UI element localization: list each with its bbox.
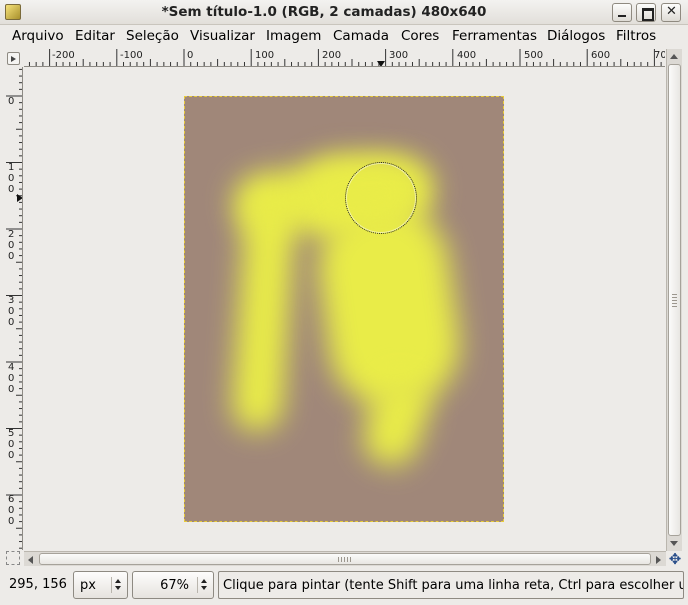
hruler-label: 400: [457, 50, 477, 61]
close-button[interactable]: [661, 3, 681, 22]
vruler-digit: 6: [8, 494, 15, 505]
vertical-scrollbar[interactable]: [666, 49, 682, 551]
vruler-digit: 0: [8, 173, 15, 184]
vruler-digit: 0: [8, 450, 15, 461]
vruler-digit: 5: [8, 428, 15, 439]
hruler-label: 70: [654, 50, 665, 61]
menu-bar: Arquivo Editar Seleção Visualizar Imagem…: [0, 25, 688, 47]
menu-arquivo[interactable]: Arquivo: [12, 28, 64, 44]
unit-select[interactable]: px: [73, 571, 128, 599]
hruler-label: 100: [255, 50, 275, 61]
zoom-value: 67%: [160, 578, 189, 593]
vruler-digit: 0: [8, 251, 15, 262]
image-menu-button[interactable]: [7, 52, 20, 65]
combo-arrows-icon: [197, 577, 209, 593]
minimize-button[interactable]: [612, 3, 632, 22]
unit-value: px: [80, 578, 96, 593]
combo-arrows-icon: [111, 577, 123, 593]
hruler-label: -100: [120, 50, 143, 61]
hruler-label: 600: [591, 50, 611, 61]
scroll-left-arrow-icon[interactable]: [25, 553, 38, 566]
vruler-digit: 0: [8, 505, 15, 516]
brush-outline-cursor: [345, 162, 417, 234]
vruler-digit: 0: [8, 184, 15, 195]
navigate-move-icon[interactable]: ✥: [667, 551, 683, 567]
image-canvas[interactable]: [184, 96, 504, 522]
vruler-digit: 0: [8, 373, 15, 384]
zoom-select[interactable]: 67%: [132, 571, 214, 599]
menu-camada[interactable]: Camada: [333, 28, 389, 44]
menu-imagem[interactable]: Imagem: [266, 28, 321, 44]
quick-mask-toggle[interactable]: [6, 551, 20, 565]
hruler-label: 300: [389, 50, 409, 61]
scroll-up-arrow-icon[interactable]: [668, 50, 681, 63]
maximize-button[interactable]: [636, 3, 656, 22]
horizontal-scrollbar[interactable]: [24, 551, 666, 566]
menu-dialogos[interactable]: Diálogos: [547, 28, 605, 44]
window-title: *Sem título-1.0 (RGB, 2 camadas) 480x640: [161, 4, 487, 20]
vruler-digit: 0: [8, 384, 15, 395]
vruler-digit: 0: [8, 516, 15, 527]
scroll-down-arrow-icon[interactable]: [668, 537, 681, 550]
menu-ferramentas[interactable]: Ferramentas: [452, 28, 537, 44]
menu-visualizar[interactable]: Visualizar: [190, 28, 255, 44]
hruler-label: 500: [524, 50, 544, 61]
horizontal-scroll-thumb[interactable]: [39, 553, 651, 565]
hruler-label: -200: [52, 50, 75, 61]
vertical-scroll-thumb[interactable]: [668, 64, 681, 536]
vruler-digit: 0: [8, 317, 15, 328]
hruler-label: 200: [322, 50, 342, 61]
vertical-ruler[interactable]: 0 100 200 300 400 500 600: [6, 67, 23, 550]
status-message: Clique para pintar (tente Shift para uma…: [223, 578, 684, 593]
pointer-coordinates: 295, 156: [9, 577, 67, 592]
vruler-digit: 0: [8, 439, 15, 450]
menu-filtros[interactable]: Filtros: [616, 28, 656, 44]
title-bar: *Sem título-1.0 (RGB, 2 camadas) 480x640: [0, 0, 688, 25]
horizontal-ruler[interactable]: -200 -100 0 100 200 300 400 500 600 70: [24, 49, 665, 67]
vruler-digit: 0: [8, 306, 15, 317]
vruler-digit: 4: [8, 362, 15, 373]
paint-stroke: [230, 189, 298, 433]
status-message-box: Clique para pintar (tente Shift para uma…: [218, 571, 684, 599]
vruler-digit: 2: [8, 229, 15, 240]
vruler-digit: 1: [8, 162, 15, 173]
menu-cores[interactable]: Cores: [401, 28, 439, 44]
vruler-digit: 0: [8, 240, 15, 251]
hruler-label: 0: [187, 50, 194, 61]
menu-selecao[interactable]: Seleção: [126, 28, 179, 44]
status-bar: 295, 156 px 67% Clique para pintar (tent…: [0, 568, 688, 605]
vruler-digit: 3: [8, 295, 15, 306]
vruler-digit: 0: [8, 96, 15, 107]
menu-editar[interactable]: Editar: [75, 28, 115, 44]
scroll-right-arrow-icon[interactable]: [652, 553, 665, 566]
